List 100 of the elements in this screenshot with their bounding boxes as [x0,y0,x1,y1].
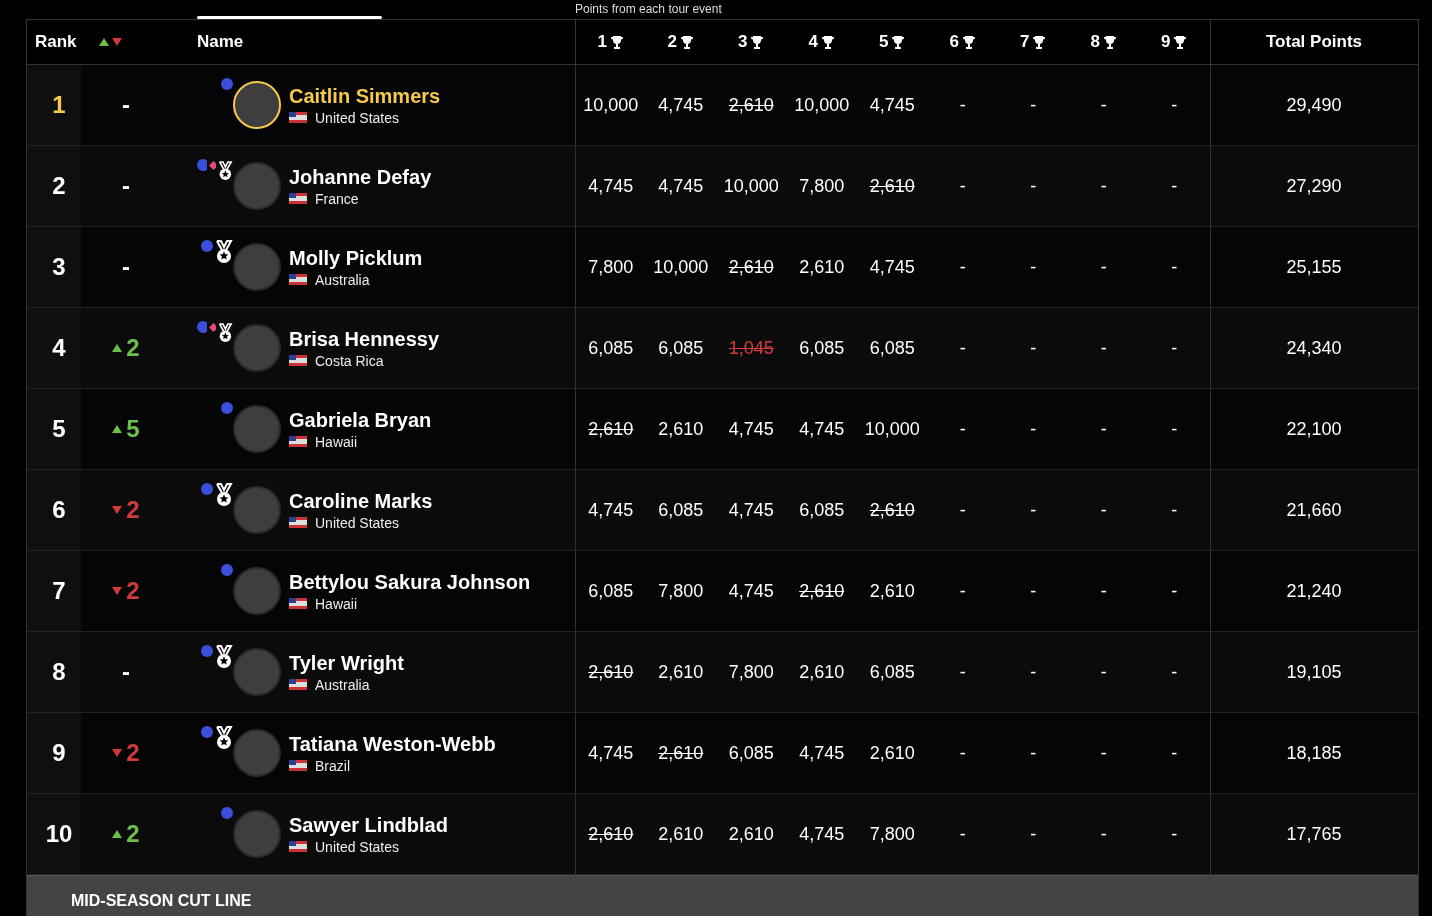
event-header[interactable]: 1 [597,32,607,52]
athlete-name[interactable]: Sawyer Lindblad [289,813,448,837]
trophy-icon [1173,34,1188,50]
athlete-name[interactable]: Caitlin Simmers [289,84,441,108]
event-score: 2,610 [728,94,774,116]
down-arrow-icon [112,38,122,46]
event-score: - [1100,823,1107,845]
rank-number: 2 [52,172,66,200]
event-header[interactable]: 4 [808,32,818,52]
athlete-row[interactable]: 2 - Johanne Defay France 4,745 4,745 10,000 7,800 2,610 - - - - 27,290 [27,146,1418,227]
athlete-name[interactable]: Johanne Defay [289,165,432,189]
rank-header[interactable]: Rank [35,32,77,52]
event-header[interactable]: 5 [879,32,889,52]
rank-change: 5 [126,415,140,443]
country-name: United States [315,514,400,531]
avatar-circle [233,648,281,696]
flag-icon [289,274,307,285]
event-score: 2,610 [799,661,845,683]
rank-change: - [122,172,130,200]
event-score: - [1030,418,1037,440]
athlete-name[interactable]: Brisa Hennessy [289,327,440,351]
total-points: 21,240 [1286,580,1342,602]
event-score: 2,610 [588,661,634,683]
country-name: France [315,190,359,207]
athlete-name[interactable]: Tyler Wright [289,651,404,675]
event-score: - [1030,94,1037,116]
event-header[interactable]: 2 [667,32,677,52]
rank-change: 2 [126,334,140,362]
event-score: 6,085 [588,337,634,359]
event-score: 4,745 [799,742,845,764]
event-score: 1,045 [728,337,774,359]
athlete-name[interactable]: Caroline Marks [289,489,433,513]
event-score: - [1100,256,1107,278]
event-score: 2,610 [869,742,915,764]
event-header[interactable]: 8 [1090,32,1100,52]
athlete-row[interactable]: 9 2 Tatiana Weston-Webb Brazil 4,745 2,610 6,085 4,745 2,610 - - - - 18,185 [27,713,1418,794]
event-score: 2,610 [658,661,704,683]
athlete-row[interactable]: 8 - Tyler Wright Australia 2,610 2,610 7,800 2,610 6,085 - - - - 19,105 [27,632,1418,713]
athlete-row[interactable]: 6 2 Caroline Marks United States 4,745 6,085 4,745 6,085 2,610 - - - - 21,660 [27,470,1418,551]
athlete-row[interactable]: 10 2 Sawyer Lindblad United States 2,610 2,610 2,610 4,745 7,800 - - - - 17,765 [27,794,1418,875]
event-score: - [1030,742,1037,764]
athlete-row[interactable]: 1 - Caitlin Simmers United States 10,000 4,745 2,610 10,000 4,745 - - - - 29,490 [27,65,1418,146]
event-header[interactable]: 7 [1020,32,1030,52]
event-header[interactable]: 3 [738,32,748,52]
athlete-row[interactable]: 5 5 Gabriela Bryan Hawaii 2,610 2,610 4,745 4,745 10,000 - - - - 22,100 [27,389,1418,470]
avatar-circle [233,729,281,777]
event-score: - [1171,94,1178,116]
event-score: 6,085 [869,337,915,359]
event-score: 6,085 [588,580,634,602]
event-score: 4,745 [588,175,634,197]
event-header[interactable]: 9 [1161,32,1171,52]
event-score: - [1100,580,1107,602]
trophy-icon [680,34,694,50]
rank-number: 7 [52,577,66,605]
country-name: Brazil [315,757,350,774]
trophy-icon [962,34,976,50]
event-score: - [1171,175,1178,197]
avatar-circle [233,486,281,534]
event-score: 2,610 [658,823,704,845]
name-header[interactable]: Name [197,32,244,52]
event-score: 2,610 [658,418,704,440]
country-name: Australia [315,271,370,288]
trophy-icon [750,34,765,50]
event-score: - [1171,661,1178,683]
athlete-name[interactable]: Molly Picklum [289,246,423,270]
flag-icon [289,598,307,609]
athlete-name[interactable]: Bettylou Sakura Johnson [289,570,531,594]
flag-icon [289,679,307,690]
total-header[interactable]: Total Points [1266,32,1362,52]
event-score: 4,745 [869,94,915,116]
event-score: - [1171,580,1178,602]
total-points: 29,490 [1286,94,1342,116]
rank-number: 6 [52,496,66,524]
athlete-name[interactable]: Gabriela Bryan [289,408,432,432]
trophy-icon [821,34,835,50]
event-score: - [959,823,966,845]
event-score: 2,610 [588,823,634,845]
flag-icon [289,355,307,366]
avatar-circle [233,81,281,129]
event-score: - [959,256,966,278]
event-score: 4,745 [728,418,774,440]
event-score: - [959,175,966,197]
event-score: 2,610 [869,580,915,602]
event-score: - [959,418,966,440]
event-score: - [1100,499,1107,521]
athlete-row[interactable]: 7 2 Bettylou Sakura Johnson Hawaii 6,085 7,800 4,745 2,610 2,610 - - - - 21,240 [27,551,1418,632]
athlete-name[interactable]: Tatiana Weston-Webb [289,732,496,756]
avatar-circle [233,567,281,615]
event-score: - [1030,580,1037,602]
athlete-row[interactable]: 4 2 Brisa Hennessy Costa Rica 6,085 6,085 1,045 6,085 6,085 - - - - 24,340 [27,308,1418,389]
event-score: - [1171,337,1178,359]
event-score: 4,745 [728,499,774,521]
athlete-row[interactable]: 3 - Molly Picklum Australia 7,800 10,000 2,610 2,610 4,745 - - - - 25,155 [27,227,1418,308]
event-score: 4,745 [658,175,704,197]
total-points: 19,105 [1286,661,1342,683]
total-points: 25,155 [1286,256,1342,278]
event-header[interactable]: 6 [949,32,959,52]
event-score: 6,085 [728,742,774,764]
event-score: 2,610 [728,256,774,278]
trophy-icon [1103,34,1117,50]
